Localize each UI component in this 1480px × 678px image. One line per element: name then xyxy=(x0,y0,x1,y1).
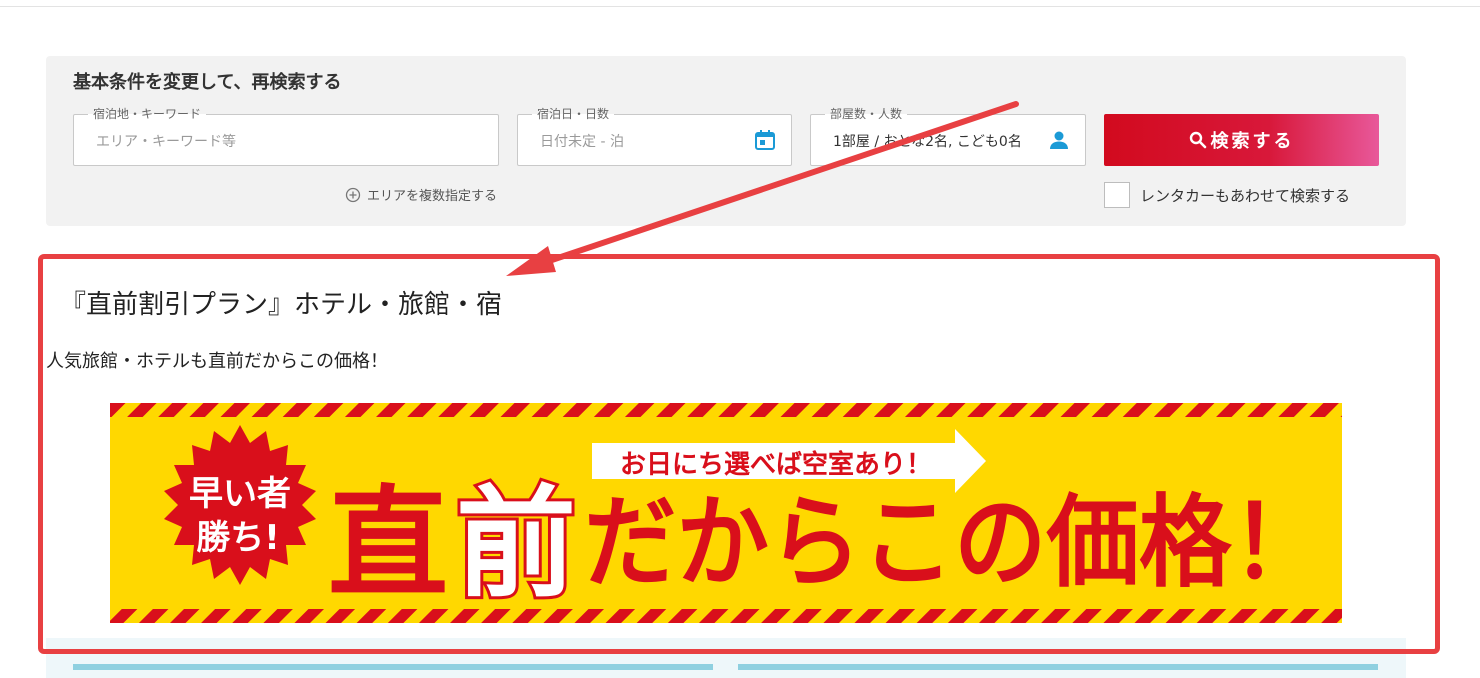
plan-subtitle: 人気旅館・ホテルも直前だからこの価格！ xyxy=(46,351,388,372)
keyword-input[interactable]: エリア・キーワード等 xyxy=(96,131,236,151)
headline-char-2: 前 xyxy=(456,475,576,614)
keyword-field[interactable]: 宿泊地・キーワード エリア・キーワード等 xyxy=(73,106,499,166)
badge-line2: 勝ち! xyxy=(196,518,280,558)
results-tab-left[interactable] xyxy=(73,664,713,670)
date-value: 日付未定 - 泊 xyxy=(540,134,624,150)
rental-car-label[interactable]: レンタカーもあわせて検索する xyxy=(1140,185,1350,206)
multi-area-label: エリアを複数指定する xyxy=(367,189,498,204)
multi-area-link[interactable]: エリアを複数指定する xyxy=(345,185,497,204)
results-tab-right[interactable] xyxy=(738,664,1378,670)
rooms-guests-field[interactable]: 部屋数・人数 1部屋 / おとな2名, こども0名 xyxy=(810,106,1086,166)
date-label: 宿泊日・日数 xyxy=(532,106,615,122)
callout-text: お日にち選べば空室あり！ xyxy=(620,449,932,480)
search-heading: 基本条件を変更して、再検索する xyxy=(73,72,342,93)
search-button-label: 検索する xyxy=(1210,131,1295,151)
promo-banner: 早い者 勝ち! お日にち選べば空室あり！ 直 前 だからこの価格！ xyxy=(110,403,1342,623)
calendar-icon[interactable] xyxy=(753,128,777,152)
banner-bottom-stripes xyxy=(110,609,1342,623)
headline-rest: だからこの価格！ xyxy=(584,484,1324,601)
rental-car-checkbox[interactable] xyxy=(1104,182,1130,208)
plus-circle-icon xyxy=(345,187,361,202)
rooms-guests-value: 1部屋 / おとな2名, こども0名 xyxy=(833,134,1022,150)
top-divider xyxy=(0,6,1480,7)
search-button[interactable]: 検索する xyxy=(1104,114,1379,166)
headline-char-1: 直 xyxy=(328,475,448,614)
results-panel-top xyxy=(46,638,1406,678)
plan-title: 『直前割引プラン』ホテル・旅館・宿 xyxy=(60,290,503,320)
search-icon xyxy=(1189,131,1206,149)
keyword-label: 宿泊地・キーワード xyxy=(88,106,207,122)
rooms-guests-label: 部屋数・人数 xyxy=(825,106,908,122)
banner-top-stripes xyxy=(110,403,1342,417)
date-field[interactable]: 宿泊日・日数 日付未定 - 泊 xyxy=(517,106,792,166)
badge-line1: 早い者 xyxy=(189,474,291,514)
person-icon[interactable] xyxy=(1047,128,1071,152)
